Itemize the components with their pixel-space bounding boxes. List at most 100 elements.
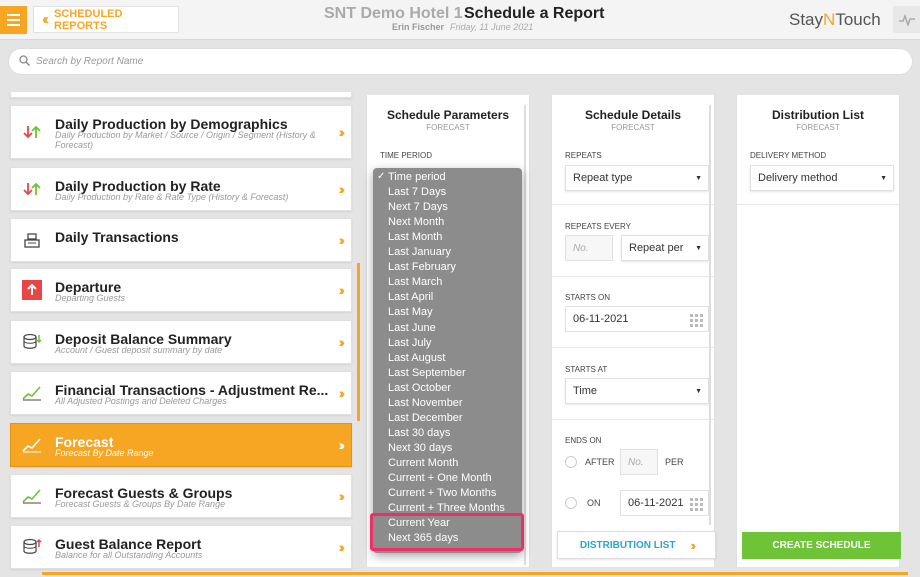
distribution-list-label: DISTRIBUTION LIST [579,539,676,551]
section-divider [552,419,714,420]
starts-at-select[interactable]: Time ▼ [565,378,709,404]
report-item-financial-transactions[interactable]: Financial Transactions - Adjustment Re..… [10,371,352,415]
trend-chart-icon [19,475,45,517]
after-label: AFTER [585,457,615,467]
chevron-right-icon: ›› [338,488,346,504]
report-item-daily-production-demographics[interactable]: Daily Production by Demographics Daily P… [10,105,352,159]
ends-on-radio[interactable] [565,497,577,509]
repeat-per-select[interactable]: Repeat per ▼ [621,235,709,261]
report-item-deposit-balance-summary[interactable]: Deposit Balance Summary Account / Guest … [10,320,352,364]
panel-scrollbar[interactable] [524,105,526,565]
report-item-daily-transactions[interactable]: Daily Transactions ›› [10,218,352,262]
checkmark-icon: ✓ [377,171,386,182]
cash-register-icon [19,219,45,261]
starts-on-date-input[interactable]: 06-11-2021 [565,306,709,332]
time-period-dropdown-list[interactable]: ✓ Time period Last 7 Days Next 7 Days Next M… [373,168,522,553]
panel-title: Schedule Parameters [386,108,510,122]
time-period-option[interactable]: Current + Two Months [388,487,496,499]
activity-icon[interactable] [893,6,920,33]
time-period-option[interactable]: Current Month [388,457,458,469]
report-card-partial [10,92,352,98]
per-label: PER [665,457,684,467]
time-period-option[interactable]: Last September [388,367,466,379]
report-subtitle: Departing Guests [55,293,126,303]
time-period-option[interactable]: Last July [388,337,431,349]
report-item-forecast[interactable]: Forecast Forecast By Date Range ›› [10,423,352,467]
panel-title: Schedule Details [584,108,682,122]
time-period-option[interactable]: Last August [388,352,446,364]
report-item-guest-balance[interactable]: Guest Balance Report Balance for all Out… [10,525,352,569]
business-date: Friday, 11 June 2021 [450,22,534,32]
time-period-option[interactable]: ✓ Time period [377,171,446,183]
time-period-option[interactable]: Last 30 days [388,427,450,439]
double-chevron-left-icon: ‹‹ [42,11,49,28]
report-item-departure[interactable]: Departure Departing Guests ›› [10,268,352,312]
section-divider [552,347,714,348]
calendar-icon [690,314,703,327]
ends-on-date-input[interactable]: 06-11-2021 [620,490,709,516]
time-period-label: TIME PERIOD [380,151,433,160]
report-subtitle: Forecast By Date Range [55,448,154,458]
chevron-right-icon: ›› [338,334,346,350]
repeats-select[interactable]: Repeat type ▼ [565,165,709,191]
panel-scrollbar[interactable] [709,105,711,525]
time-period-option[interactable]: Next Month [388,216,444,228]
report-item-daily-production-rate[interactable]: Daily Production by Rate Daily Productio… [10,167,352,211]
time-period-option[interactable]: Last April [388,291,433,303]
time-period-option[interactable]: Last March [388,276,442,288]
time-period-option[interactable]: Last February [388,261,456,273]
trend-chart-icon [19,372,45,414]
report-item-forecast-guests-groups[interactable]: Forecast Guests & Groups Forecast Guests… [10,474,352,518]
distribution-list-panel: Distribution List FORECAST DELIVERY METH… [736,95,900,567]
ends-after-radio[interactable] [565,456,577,468]
hamburger-menu-button[interactable] [0,6,27,34]
caret-down-icon: ▼ [880,174,887,182]
caret-down-icon: ▼ [695,244,702,252]
ends-on-label: ENDS ON [565,436,602,445]
starts-on-date-value: 06-11-2021 [573,313,629,325]
menu-bar [7,19,20,21]
trend-chart-icon [19,424,45,466]
back-to-scheduled-reports-button[interactable]: ‹‹ SCHEDULED REPORTS [33,6,179,33]
time-period-option[interactable]: Last January [388,246,451,258]
create-schedule-button[interactable]: CREATE SCHEDULE [742,532,901,559]
time-period-option[interactable]: Last November [388,397,463,409]
search-bar[interactable] [8,48,913,75]
menu-bar [7,24,20,26]
time-period-option[interactable]: Next 7 Days [388,201,448,213]
search-input[interactable] [36,56,636,67]
time-period-option[interactable]: Last Month [388,231,442,243]
report-subtitle: Balance for all Outstanding Accounts [55,550,203,560]
time-period-option[interactable]: Last October [388,382,451,394]
report-list-scrollbar[interactable] [357,263,360,421]
repeat-per-value: Repeat per [629,242,684,254]
up-down-arrows-icon [19,106,45,158]
up-down-arrows-icon [19,168,45,210]
calendar-icon [690,498,703,511]
coin-stack-icon [19,526,45,568]
stayntouch-logo: StayNTouch [789,10,881,29]
section-divider [552,276,714,277]
time-period-option[interactable]: Last 7 Days [388,186,446,198]
chevron-right-icon: ›› [338,124,346,140]
delivery-method-select[interactable]: Delivery method ▼ [750,165,894,191]
report-title: Daily Transactions [55,229,179,245]
ends-on-date-value: 06-11-2021 [628,497,684,509]
highlight-annotation-box [370,513,524,551]
starts-at-label: STARTS AT [565,365,608,374]
time-period-option[interactable]: Current + One Month [388,472,492,484]
time-period-option[interactable]: Last May [388,306,433,318]
double-chevron-right-icon: ›› [690,537,695,553]
time-period-option[interactable]: Next 30 days [388,442,452,454]
caret-down-icon: ▼ [695,387,702,395]
hotel-name: SNT Demo Hotel 1 [324,5,463,22]
section-divider [737,204,899,205]
repeats-every-number-input[interactable]: No. [565,235,613,261]
time-period-option[interactable]: Last December [388,412,463,424]
chevron-right-icon: ›› [338,232,346,248]
on-label: ON [587,498,601,508]
time-period-option[interactable]: Last June [388,322,436,334]
distribution-list-button[interactable]: DISTRIBUTION LIST ›› [557,531,716,559]
panel-subtitle: FORECAST [611,123,655,132]
ends-after-number-input[interactable]: No. [620,449,658,475]
